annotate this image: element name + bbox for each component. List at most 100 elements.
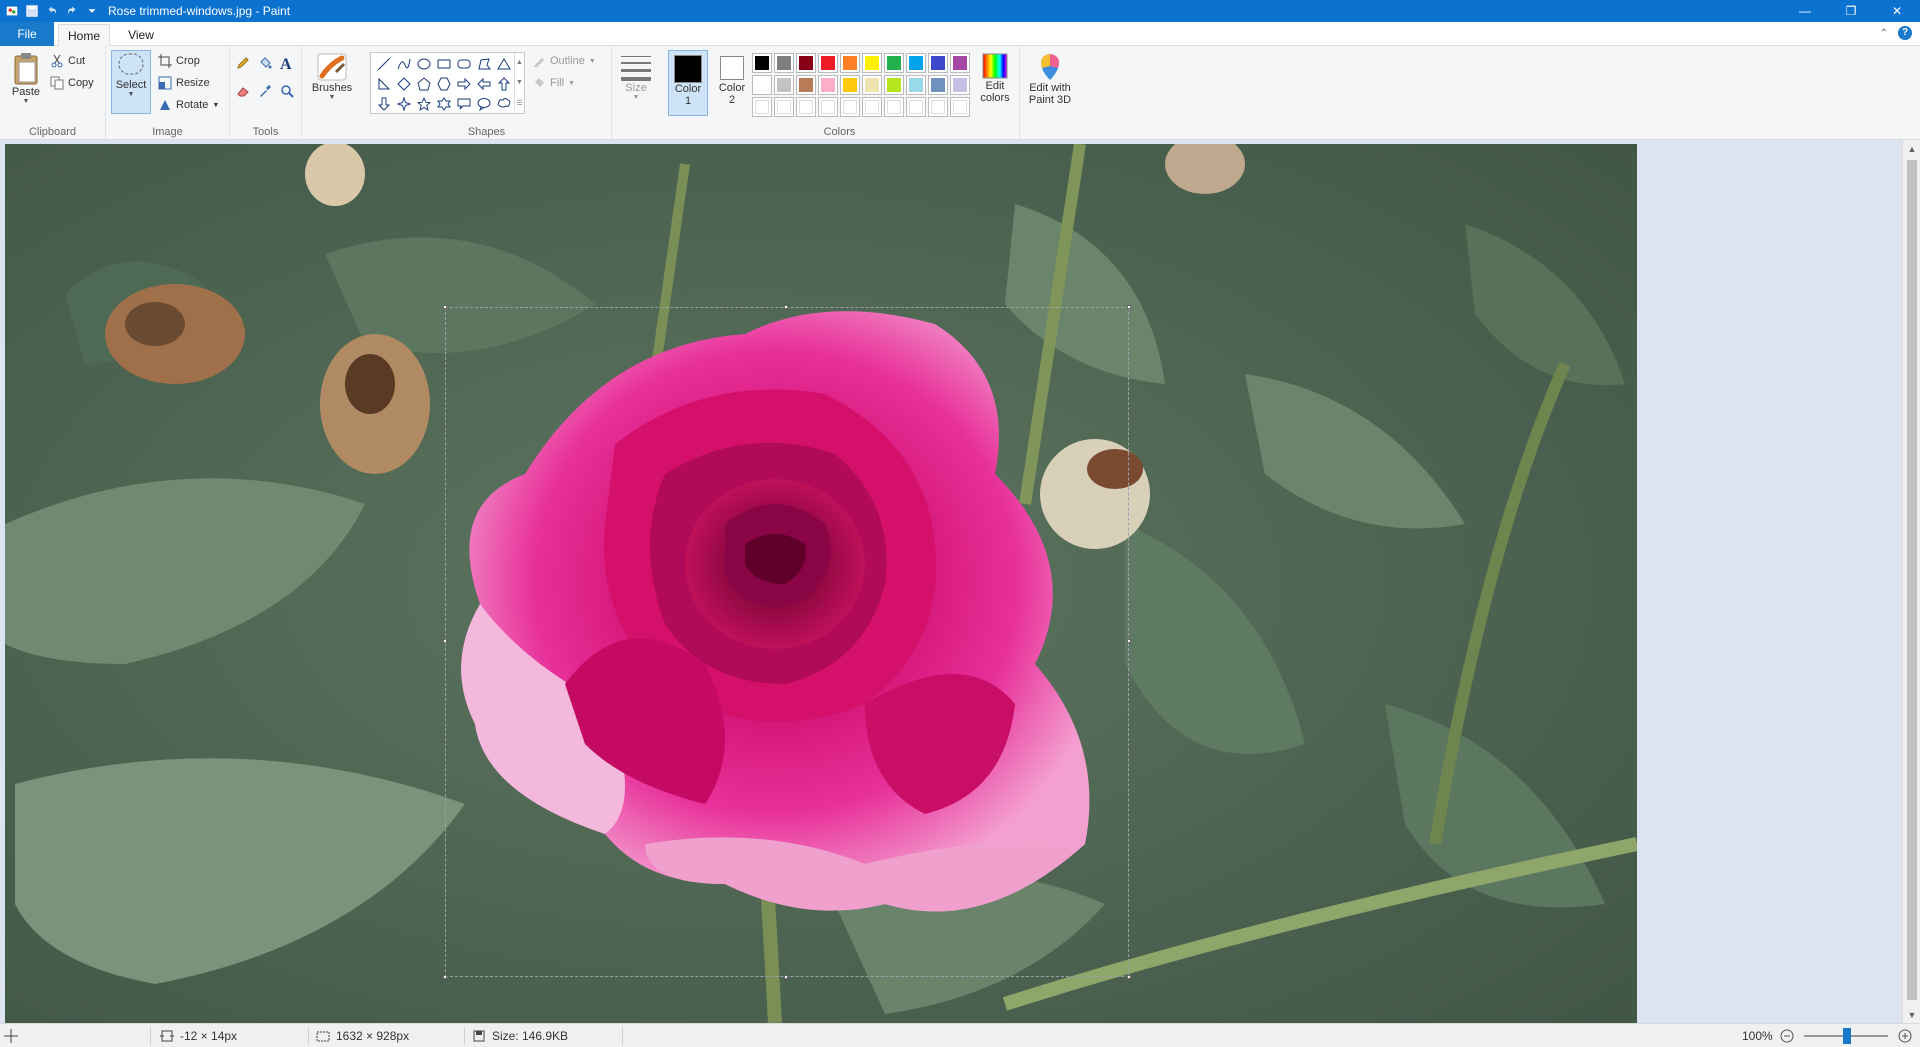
- tab-view[interactable]: View: [118, 24, 164, 46]
- save-icon[interactable]: [22, 1, 42, 21]
- tab-home[interactable]: Home: [58, 24, 110, 46]
- palette-swatch[interactable]: [950, 53, 970, 73]
- zoom-out-button[interactable]: [1780, 1024, 1794, 1047]
- fill-tool[interactable]: [258, 56, 272, 70]
- help-icon[interactable]: ?: [1898, 26, 1912, 40]
- size-dropdown-icon[interactable]: ▼: [633, 94, 640, 101]
- diamond-shape-icon[interactable]: [394, 74, 414, 94]
- triangle-shape-icon[interactable]: [494, 54, 514, 74]
- curve-shape-icon[interactable]: [394, 54, 414, 74]
- tab-file[interactable]: File: [0, 22, 54, 46]
- eraser-tool[interactable]: [236, 84, 250, 98]
- crop-button[interactable]: Crop: [158, 54, 200, 68]
- palette-swatch[interactable]: [774, 53, 794, 73]
- palette-swatch[interactable]: [752, 75, 772, 95]
- selection-handle-e[interactable]: [1127, 639, 1131, 643]
- close-button[interactable]: ✕: [1874, 0, 1920, 22]
- left-arrow-shape-icon[interactable]: [474, 74, 494, 94]
- palette-swatch[interactable]: [774, 97, 794, 117]
- collapse-ribbon-icon[interactable]: ⌃: [1880, 28, 1888, 39]
- palette-swatch[interactable]: [928, 75, 948, 95]
- brushes-button[interactable]: Brushes ▼: [312, 52, 352, 101]
- minimize-button[interactable]: —: [1782, 0, 1828, 22]
- canvas-area[interactable]: [0, 140, 1902, 1023]
- palette-swatch[interactable]: [906, 75, 926, 95]
- text-tool[interactable]: A: [280, 56, 292, 74]
- down-arrow-shape-icon[interactable]: [374, 94, 394, 114]
- resize-button[interactable]: Resize: [158, 76, 210, 90]
- vertical-scrollbar[interactable]: ▲ ▼: [1902, 140, 1920, 1023]
- palette-swatch[interactable]: [884, 75, 904, 95]
- color-picker-tool[interactable]: [258, 84, 272, 98]
- fill-button[interactable]: Fill ▼: [532, 76, 575, 90]
- palette-swatch[interactable]: [862, 97, 882, 117]
- select-button[interactable]: Select ▼: [111, 50, 151, 114]
- color1-button[interactable]: Color 1: [668, 50, 708, 116]
- palette-swatch[interactable]: [774, 75, 794, 95]
- selection-handle-nw[interactable]: [443, 305, 447, 309]
- hexagon-shape-icon[interactable]: [434, 74, 454, 94]
- palette-swatch[interactable]: [840, 75, 860, 95]
- palette-swatch[interactable]: [818, 97, 838, 117]
- oval-shape-icon[interactable]: [414, 54, 434, 74]
- oval-callout-shape-icon[interactable]: [474, 94, 494, 114]
- color2-button[interactable]: Color 2: [712, 50, 752, 116]
- rectangle-shape-icon[interactable]: [434, 54, 454, 74]
- selection-handle-ne[interactable]: [1127, 305, 1131, 309]
- cut-button[interactable]: Cut: [50, 54, 85, 68]
- palette-swatch[interactable]: [928, 53, 948, 73]
- palette-swatch[interactable]: [906, 97, 926, 117]
- palette-swatch[interactable]: [928, 97, 948, 117]
- scroll-up-icon[interactable]: ▲: [516, 59, 523, 66]
- outline-dropdown-icon[interactable]: ▼: [589, 58, 596, 65]
- palette-swatch[interactable]: [950, 97, 970, 117]
- palette-swatch[interactable]: [906, 53, 926, 73]
- palette-swatch[interactable]: [840, 53, 860, 73]
- palette-swatch[interactable]: [884, 97, 904, 117]
- paint-app-icon[interactable]: [2, 1, 22, 21]
- palette-swatch[interactable]: [818, 75, 838, 95]
- restore-button[interactable]: ❐: [1828, 0, 1874, 22]
- scroll-down-icon[interactable]: ▼: [516, 79, 523, 86]
- pencil-tool[interactable]: [236, 56, 250, 70]
- scroll-up-arrow-icon[interactable]: ▲: [1903, 140, 1920, 157]
- palette-swatch[interactable]: [862, 75, 882, 95]
- pentagon-shape-icon[interactable]: [414, 74, 434, 94]
- cloud-callout-shape-icon[interactable]: [494, 94, 514, 114]
- four-point-star-shape-icon[interactable]: [394, 94, 414, 114]
- polygon-shape-icon[interactable]: [474, 54, 494, 74]
- rect-callout-shape-icon[interactable]: [454, 94, 474, 114]
- rounded-rectangle-shape-icon[interactable]: [454, 54, 474, 74]
- zoom-in-button[interactable]: [1898, 1024, 1912, 1047]
- palette-swatch[interactable]: [818, 53, 838, 73]
- line-shape-icon[interactable]: [374, 54, 394, 74]
- palette-swatch[interactable]: [752, 97, 772, 117]
- selection-handle-n[interactable]: [784, 305, 788, 309]
- expand-gallery-icon[interactable]: ☰: [516, 99, 522, 107]
- fill-dropdown-icon[interactable]: ▼: [568, 80, 575, 87]
- palette-swatch[interactable]: [950, 75, 970, 95]
- edit-with-paint3d-button[interactable]: Edit with Paint 3D: [1022, 52, 1078, 106]
- rotate-dropdown-icon[interactable]: ▼: [212, 102, 219, 109]
- five-point-star-shape-icon[interactable]: [414, 94, 434, 114]
- copy-button[interactable]: Copy: [50, 76, 94, 90]
- rotate-button[interactable]: Rotate ▼: [158, 98, 219, 112]
- palette-swatch[interactable]: [840, 97, 860, 117]
- palette-swatch[interactable]: [862, 53, 882, 73]
- six-point-star-shape-icon[interactable]: [434, 94, 454, 114]
- customize-toolbar-icon[interactable]: [82, 1, 102, 21]
- selection-handle-sw[interactable]: [443, 975, 447, 979]
- selection-handle-s[interactable]: [784, 975, 788, 979]
- outline-button[interactable]: Outline ▼: [532, 54, 596, 68]
- size-button[interactable]: Size ▼: [618, 54, 654, 101]
- scroll-down-arrow-icon[interactable]: ▼: [1903, 1006, 1920, 1023]
- magnifier-tool[interactable]: [280, 84, 294, 98]
- select-dropdown-icon[interactable]: ▼: [128, 91, 135, 98]
- canvas-image[interactable]: [5, 144, 1637, 1023]
- shapes-scroll[interactable]: ▲ ▼ ☰: [514, 53, 524, 113]
- paste-button[interactable]: Paste ▼: [8, 52, 44, 105]
- zoom-slider-thumb[interactable]: [1843, 1028, 1851, 1044]
- palette-swatch[interactable]: [796, 75, 816, 95]
- up-arrow-shape-icon[interactable]: [494, 74, 514, 94]
- selection-handle-se[interactable]: [1127, 975, 1131, 979]
